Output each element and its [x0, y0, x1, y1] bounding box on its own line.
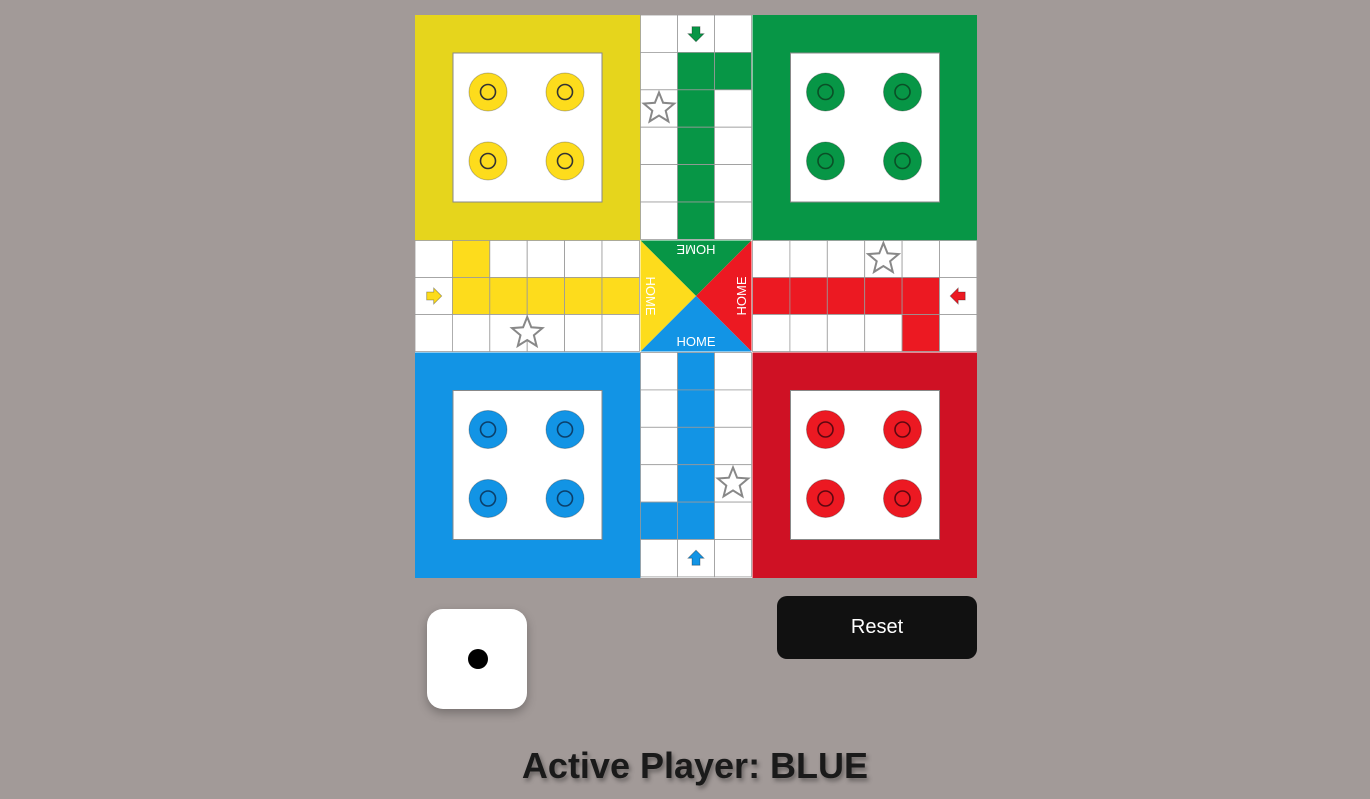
green-token — [806, 141, 845, 181]
track-cell — [489, 240, 528, 278]
track-cell — [789, 277, 828, 315]
track-cell — [714, 52, 752, 91]
track-cell — [677, 389, 715, 428]
track-cell — [640, 539, 678, 578]
blue-token — [468, 479, 508, 518]
yellow-yard-inner — [452, 52, 603, 203]
track-cell — [789, 240, 828, 278]
blue-token — [545, 479, 585, 518]
track-cell — [640, 126, 678, 165]
red-token — [883, 410, 922, 449]
track-cell — [601, 240, 640, 278]
track-cell — [714, 15, 752, 53]
track-cell — [640, 201, 678, 240]
active-player-status: Active Player: BLUE — [521, 745, 869, 786]
track-cell — [901, 240, 940, 278]
track-cell — [752, 240, 791, 278]
track-cell — [526, 240, 565, 278]
track-cell — [714, 89, 752, 128]
track-cell — [601, 314, 640, 352]
board-svg: HOME HOME HOME HOME — [415, 15, 977, 578]
track-cell — [677, 126, 715, 165]
green-token — [806, 72, 845, 112]
track-cell — [864, 277, 903, 315]
blue-token — [545, 410, 585, 449]
track-cell — [677, 501, 715, 540]
track-cell — [901, 277, 940, 315]
red-token — [806, 410, 845, 449]
track-cell — [564, 277, 603, 315]
ludo-board[interactable]: HOME HOME HOME HOME — [415, 15, 977, 578]
red-yard-inner — [790, 390, 940, 540]
reset-button[interactable]: Reset — [777, 596, 977, 659]
track-cell — [564, 240, 603, 278]
track-cell — [864, 314, 903, 352]
track-cell — [826, 277, 866, 315]
track-cell — [939, 240, 977, 278]
track-cell — [564, 314, 603, 352]
blue-token — [468, 410, 508, 449]
track-cell — [601, 277, 640, 315]
track-cell — [489, 277, 528, 315]
track-cell — [826, 314, 866, 352]
track-cell — [714, 164, 752, 203]
track-cell — [901, 314, 940, 352]
track-cell — [714, 389, 752, 428]
track-cell — [677, 352, 715, 391]
track-cell — [415, 314, 453, 352]
home-label-left: HOME — [643, 277, 658, 316]
track-cell — [714, 501, 752, 540]
track-cell — [640, 389, 678, 428]
track-cell — [752, 314, 791, 352]
track-cell — [714, 201, 752, 240]
track-cell — [452, 277, 491, 315]
green-yard-inner — [790, 52, 940, 203]
track-cell — [640, 15, 678, 53]
track-cell — [677, 89, 715, 128]
track-cell — [640, 352, 678, 391]
home-label-bottom: HOME — [677, 334, 716, 349]
track-cell — [752, 277, 791, 315]
track-cell — [640, 501, 678, 540]
track-cell — [526, 277, 565, 315]
track-cell — [714, 539, 752, 578]
track-cell — [640, 464, 678, 503]
home-label-right: HOME — [734, 276, 749, 315]
track-cell — [452, 314, 491, 352]
green-token — [883, 141, 922, 181]
yellow-token — [545, 141, 585, 181]
track-cell — [452, 240, 491, 278]
track-cell — [677, 426, 715, 466]
track-cell — [714, 352, 752, 391]
track-cell — [826, 240, 866, 278]
yellow-token — [468, 72, 508, 112]
dice-pip — [468, 649, 488, 669]
track-cell — [677, 52, 715, 91]
dice[interactable] — [427, 609, 527, 709]
track-cell — [789, 314, 828, 352]
track-cell — [640, 426, 678, 466]
track-cell — [714, 126, 752, 165]
track-cell — [640, 164, 678, 203]
green-token — [883, 72, 922, 112]
yellow-token — [468, 141, 508, 181]
track-cell — [939, 314, 977, 352]
red-token — [883, 479, 922, 518]
track-cell — [677, 201, 715, 240]
track-cell — [677, 464, 715, 503]
track-cell — [714, 426, 752, 466]
track-cell — [677, 164, 715, 203]
blue-yard-inner — [452, 390, 603, 540]
red-token — [806, 479, 845, 518]
track-cell — [415, 240, 453, 278]
track-cell — [640, 52, 678, 91]
home-label-top: HOME — [676, 242, 715, 257]
yellow-token — [545, 72, 585, 112]
